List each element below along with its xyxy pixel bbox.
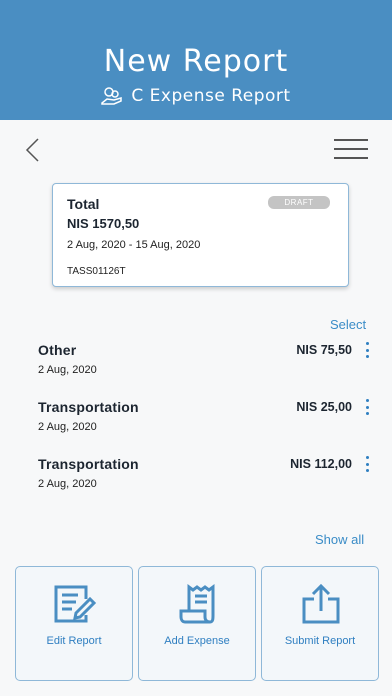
add-expense-label: Add Expense bbox=[164, 635, 230, 647]
edit-report-button[interactable]: Edit Report bbox=[15, 566, 133, 681]
more-options-icon[interactable] bbox=[362, 399, 372, 415]
add-expense-button[interactable]: Add Expense bbox=[138, 566, 256, 681]
back-button[interactable] bbox=[22, 136, 46, 164]
coins-hand-icon bbox=[101, 87, 123, 105]
select-link[interactable]: Select bbox=[330, 317, 366, 332]
total-label: Total bbox=[67, 196, 100, 212]
expense-category: Other bbox=[38, 342, 77, 358]
subtitle-text: C Expense Report bbox=[131, 86, 291, 106]
menu-line bbox=[334, 157, 368, 159]
expense-amount: NIS 75,50 bbox=[296, 343, 352, 357]
show-all-link[interactable]: Show all bbox=[315, 532, 364, 547]
expense-item[interactable]: Transportation 2 Aug, 2020 NIS 25,00 bbox=[0, 399, 392, 449]
report-reference: TASS01126T bbox=[67, 266, 126, 277]
chevron-left-icon bbox=[25, 138, 39, 162]
submit-report-label: Submit Report bbox=[284, 635, 356, 647]
page-title: New Report bbox=[103, 44, 289, 79]
more-options-icon[interactable] bbox=[362, 456, 372, 472]
receipt-icon bbox=[179, 584, 215, 624]
expense-category: Transportation bbox=[38, 399, 139, 415]
expense-amount: NIS 25,00 bbox=[296, 400, 352, 414]
status-badge: DRAFT bbox=[268, 196, 330, 209]
total-amount: NIS 1570,50 bbox=[67, 216, 140, 231]
report-date-range: 2 Aug, 2020 - 15 Aug, 2020 bbox=[67, 239, 201, 251]
expense-date: 2 Aug, 2020 bbox=[38, 421, 97, 433]
submit-report-button[interactable]: Submit Report bbox=[261, 566, 379, 681]
expense-date: 2 Aug, 2020 bbox=[38, 364, 97, 376]
expense-item[interactable]: Other 2 Aug, 2020 NIS 75,50 bbox=[0, 342, 392, 392]
app-header: New Report C Expense Report bbox=[0, 0, 392, 120]
edit-document-icon bbox=[54, 585, 97, 623]
edit-report-label: Edit Report bbox=[46, 635, 102, 647]
report-summary-card[interactable]: Total NIS 1570,50 DRAFT 2 Aug, 2020 - 15… bbox=[52, 183, 349, 287]
menu-line bbox=[334, 139, 368, 141]
expense-item[interactable]: Transportation 2 Aug, 2020 NIS 112,00 bbox=[0, 456, 392, 506]
expense-category: Transportation bbox=[38, 456, 139, 472]
hamburger-menu-button[interactable] bbox=[334, 139, 368, 161]
page-subtitle: C Expense Report bbox=[0, 86, 392, 106]
toolbar bbox=[0, 120, 392, 180]
share-upload-icon bbox=[302, 583, 340, 624]
expense-date: 2 Aug, 2020 bbox=[38, 478, 97, 490]
expense-amount: NIS 112,00 bbox=[290, 457, 352, 471]
menu-line bbox=[334, 148, 368, 150]
more-options-icon[interactable] bbox=[362, 342, 372, 358]
